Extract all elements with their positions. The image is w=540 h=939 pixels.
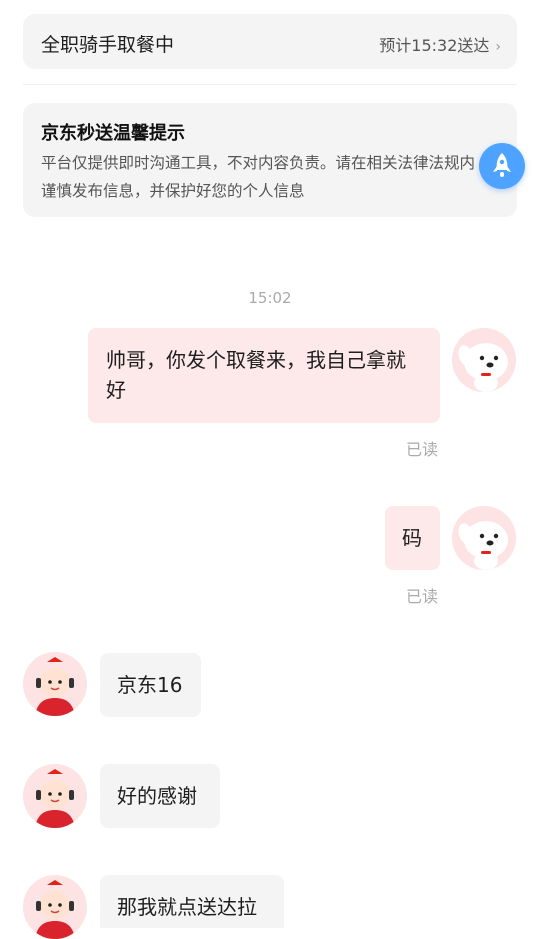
tip-title: 京东秒送温馨提示 xyxy=(41,123,185,144)
order-status-title: 全职骑手取餐中 xyxy=(41,34,175,56)
jd-dog-icon xyxy=(452,506,516,570)
rider-icon xyxy=(23,652,87,716)
message-text: 码 xyxy=(402,526,422,550)
rocket-icon xyxy=(493,153,511,177)
jd-dog-avatar[interactable] xyxy=(452,328,516,392)
message-text: 好的感谢 xyxy=(117,784,197,808)
rider-icon xyxy=(23,875,87,939)
tip-body: 平台仅提供即时沟通工具，不对内容负责。请在相关法律法规内谨慎发布信息，并保护好您… xyxy=(41,154,476,200)
jd-dog-icon xyxy=(452,328,516,392)
safety-tip-card: 京东秒送温馨提示 平台仅提供即时沟通工具，不对内容负责。请在相关法律法规内谨慎发… xyxy=(23,103,517,217)
delivery-eta-label: 预计15:32送达 xyxy=(379,36,490,55)
rider-avatar[interactable] xyxy=(23,652,87,716)
jd-dog-avatar[interactable] xyxy=(452,506,516,570)
rocket-button[interactable] xyxy=(479,143,525,189)
message-bubble-outgoing[interactable]: 码 xyxy=(385,506,440,570)
message-bubble-incoming[interactable]: 京东16 xyxy=(100,653,201,717)
message-bubble-outgoing[interactable]: 帅哥，你发个取餐来，我自己拿就好 xyxy=(88,328,440,423)
rider-avatar[interactable] xyxy=(23,875,87,939)
message-text: 帅哥，你发个取餐来，我自己拿就好 xyxy=(106,348,406,402)
message-bubble-incoming[interactable]: 那我就点送达拉 xyxy=(100,875,284,928)
rider-avatar[interactable] xyxy=(23,764,87,828)
read-status: 已读 xyxy=(406,587,439,606)
order-status-bar[interactable]: 全职骑手取餐中 预计15:32送达 › xyxy=(23,14,517,69)
chat-timestamp: 15:02 xyxy=(248,289,292,307)
rider-icon xyxy=(23,764,87,828)
read-status: 已读 xyxy=(406,440,439,459)
message-text: 京东16 xyxy=(117,673,183,697)
delivery-eta[interactable]: 预计15:32送达 › xyxy=(379,32,501,56)
message-bubble-incoming[interactable]: 好的感谢 xyxy=(100,764,220,828)
divider xyxy=(23,84,517,85)
chevron-right-icon: › xyxy=(495,39,501,55)
message-text: 那我就点送达拉 xyxy=(117,895,257,919)
